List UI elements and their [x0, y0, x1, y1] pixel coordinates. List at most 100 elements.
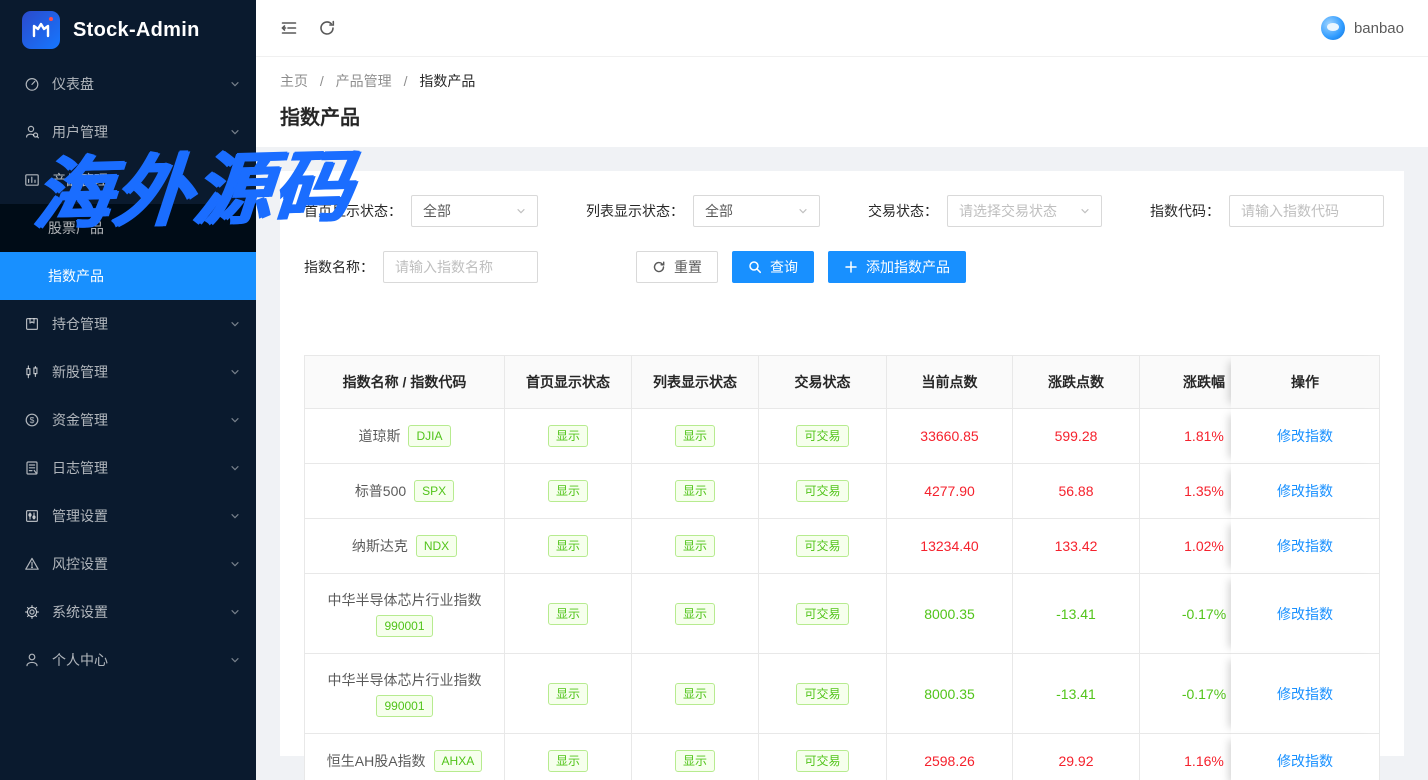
change-points: 599.28 — [1013, 409, 1140, 464]
filter-list-display-label: 列表显示状态： — [586, 201, 684, 221]
sidebar-item-index-product[interactable]: 指数产品 — [0, 252, 256, 300]
table-row: 纳斯达克NDX显示显示可交易13234.40133.421.02%修改指数 — [305, 519, 1380, 574]
sidebar-item-profile-center[interactable]: 个人中心 — [0, 636, 256, 684]
sidebar-item-risk-settings[interactable]: 风控设置 — [0, 540, 256, 588]
sidebar-item-system-settings[interactable]: 系统设置 — [0, 588, 256, 636]
plus-icon — [844, 260, 858, 274]
user-menu[interactable]: banbao — [1321, 16, 1404, 40]
list-display-status-tag: 显示 — [675, 480, 715, 502]
change-points: 56.88 — [1013, 464, 1140, 519]
filter-trade-status-label: 交易状态： — [868, 201, 938, 221]
reload-icon[interactable] — [318, 19, 336, 37]
index-name: 纳斯达克 — [352, 536, 408, 556]
home-display-select[interactable]: 全部 — [411, 195, 538, 227]
sidebar-item-product-management[interactable]: 产品管理 — [0, 156, 256, 204]
newstock-icon — [24, 364, 40, 380]
brand[interactable]: Stock-Admin — [0, 0, 256, 60]
sidebar-item-label: 个人中心 — [52, 650, 230, 670]
sidebar-item-position-management[interactable]: 持仓管理 — [0, 300, 256, 348]
sidebar-menu: 仪表盘用户管理产品管理股票产品指数产品持仓管理新股管理$资金管理日志管理管理设置… — [0, 60, 256, 780]
table-row: 中华半导体芯片行业指数990001显示显示可交易8000.35-13.41-0.… — [305, 654, 1380, 734]
current-points: 8000.35 — [887, 654, 1013, 734]
add-index-button[interactable]: 添加指数产品 — [828, 251, 966, 283]
edit-index-link[interactable]: 修改指数 — [1277, 686, 1333, 702]
index-table: 指数名称 / 指数代码首页显示状态列表显示状态交易状态当前点数涨跌点数涨跌幅操作… — [304, 355, 1380, 780]
change-points: -13.41 — [1013, 574, 1140, 654]
table-header: 操作 — [1231, 356, 1380, 409]
sidebar-item-label: 用户管理 — [52, 122, 230, 142]
index-name-input[interactable] — [383, 251, 538, 283]
home-display-status-tag: 显示 — [548, 480, 588, 502]
logs-icon — [24, 460, 40, 476]
chevron-down-icon — [230, 367, 240, 377]
search-button[interactable]: 查询 — [732, 251, 814, 283]
index-code-tag: SPX — [414, 480, 454, 502]
breadcrumb-separator: / — [404, 73, 408, 89]
sidebar-item-stock-product[interactable]: 股票产品 — [0, 204, 256, 252]
redo-icon — [652, 260, 666, 274]
table-header: 当前点数 — [887, 356, 1013, 409]
filter-home-display: 首页显示状态： 全部 — [304, 195, 538, 227]
index-name: 中华半导体芯片行业指数 — [328, 590, 482, 610]
filter-index-code-label: 指数代码： — [1150, 201, 1220, 221]
chevron-down-icon — [230, 655, 240, 665]
filter-index-code: 指数代码： — [1150, 195, 1384, 227]
change-points: -13.41 — [1013, 654, 1140, 734]
list-display-value: 全部 — [705, 201, 733, 221]
index-code-tag: DJIA — [408, 425, 450, 447]
chevron-down-icon — [230, 319, 240, 329]
position-icon — [24, 316, 40, 332]
trade-status-tag: 可交易 — [796, 683, 848, 705]
search-icon — [748, 260, 762, 274]
sidebar-item-label: 管理设置 — [52, 506, 230, 526]
sidebar-item-label: 系统设置 — [52, 602, 230, 622]
list-display-status-tag: 显示 — [675, 535, 715, 557]
trade-status-tag: 可交易 — [796, 750, 848, 772]
current-points: 13234.40 — [887, 519, 1013, 574]
app-logo-icon — [22, 11, 60, 49]
chevron-down-icon — [230, 175, 240, 185]
sidebar-item-funds-management[interactable]: $资金管理 — [0, 396, 256, 444]
sidebar-item-log-management[interactable]: 日志管理 — [0, 444, 256, 492]
profile-icon — [24, 652, 40, 668]
edit-index-link[interactable]: 修改指数 — [1277, 753, 1333, 769]
sidebar-item-dashboard[interactable]: 仪表盘 — [0, 60, 256, 108]
home-display-value: 全部 — [423, 201, 451, 221]
reset-button[interactable]: 重置 — [636, 251, 718, 283]
username: banbao — [1354, 20, 1404, 37]
risk-icon — [24, 556, 40, 572]
filter-index-name: 指数名称： — [304, 251, 538, 283]
dashboard-icon — [24, 76, 40, 92]
edit-index-link[interactable]: 修改指数 — [1277, 483, 1333, 499]
edit-index-link[interactable]: 修改指数 — [1277, 606, 1333, 622]
add-index-button-label: 添加指数产品 — [866, 257, 950, 277]
home-display-status-tag: 显示 — [548, 425, 588, 447]
breadcrumb-product-management[interactable]: 产品管理 — [336, 73, 392, 89]
chevron-down-icon — [230, 79, 240, 89]
edit-index-link[interactable]: 修改指数 — [1277, 428, 1333, 444]
home-display-status-tag: 显示 — [548, 603, 588, 625]
index-code-input[interactable] — [1229, 195, 1384, 227]
svg-text:$: $ — [30, 415, 35, 425]
trade-status-tag: 可交易 — [796, 535, 848, 557]
sidebar-item-admin-settings[interactable]: 管理设置 — [0, 492, 256, 540]
list-display-select[interactable]: 全部 — [693, 195, 820, 227]
sidebar-item-user-management[interactable]: 用户管理 — [0, 108, 256, 156]
breadcrumb-home[interactable]: 主页 — [280, 73, 308, 89]
app-root: Stock-Admin 仪表盘用户管理产品管理股票产品指数产品持仓管理新股管理$… — [0, 0, 1428, 780]
table-header: 列表显示状态 — [632, 356, 759, 409]
sidebar-item-new-stock-management[interactable]: 新股管理 — [0, 348, 256, 396]
trade-status-select[interactable]: 请选择交易状态 — [947, 195, 1102, 227]
table-row: 恒生AH股A指数AHXA显示显示可交易2598.2629.921.16%修改指数 — [305, 734, 1380, 780]
edit-index-link[interactable]: 修改指数 — [1277, 538, 1333, 554]
admin-set-icon — [24, 508, 40, 524]
index-name: 道琼斯 — [358, 426, 400, 446]
sidebar: Stock-Admin 仪表盘用户管理产品管理股票产品指数产品持仓管理新股管理$… — [0, 0, 256, 780]
index-name: 中华半导体芯片行业指数 — [328, 670, 482, 690]
sidebar-item-label: 风控设置 — [52, 554, 230, 574]
chevron-down-icon — [798, 206, 808, 216]
change-points: 29.92 — [1013, 734, 1140, 780]
current-points: 4277.90 — [887, 464, 1013, 519]
menu-fold-icon[interactable] — [280, 19, 298, 37]
table-row: 道琼斯DJIA显示显示可交易33660.85599.281.81%修改指数 — [305, 409, 1380, 464]
